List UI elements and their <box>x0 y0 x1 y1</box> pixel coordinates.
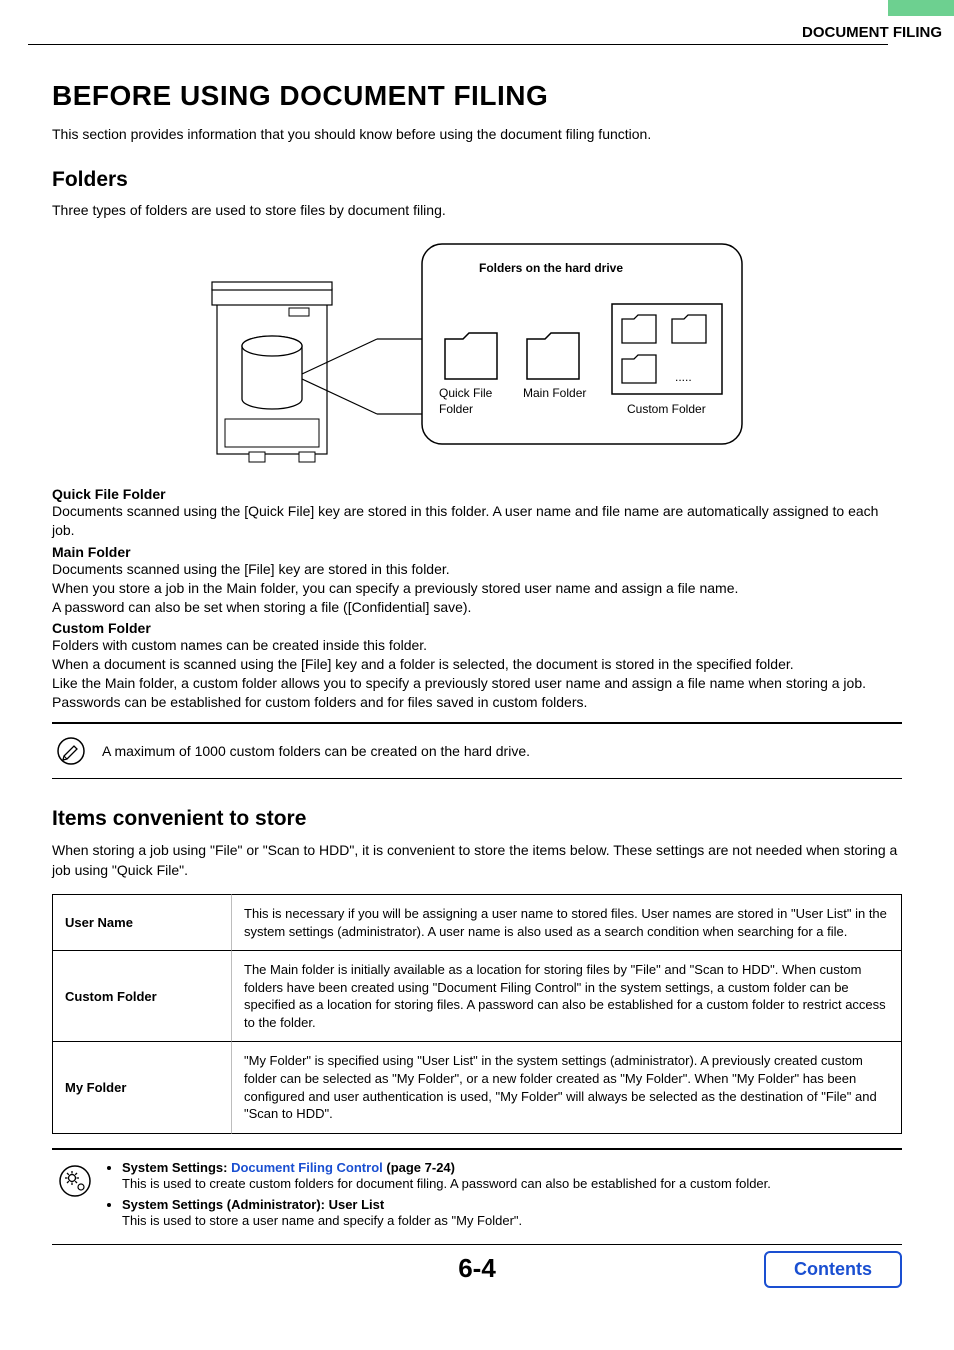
para: Folders with custom names can be created… <box>52 636 902 655</box>
cell-key: Custom Folder <box>52 950 232 1041</box>
settings-item: System Settings (Administrator): User Li… <box>122 1197 902 1228</box>
page-content: BEFORE USING DOCUMENT FILING This sectio… <box>52 80 902 1245</box>
settings-desc: This is used to store a user name and sp… <box>122 1213 902 1228</box>
folder-term-1: Quick File Folder Documents scanned usin… <box>52 486 902 540</box>
folder-term-2: Main Folder Documents scanned using the … <box>52 544 902 617</box>
diagram-title: Folders on the hard drive <box>479 261 623 275</box>
page-header: DOCUMENT FILING <box>28 24 954 41</box>
gear-icon <box>58 1164 92 1198</box>
folders-heading: Folders <box>52 168 902 192</box>
settings-item: System Settings: Document Filing Control… <box>122 1160 902 1191</box>
folders-diagram-wrap: Folders on the hard drive Quick File Fol… <box>52 234 902 464</box>
para: When a document is scanned using the [Fi… <box>52 655 902 674</box>
note-text: A maximum of 1000 custom folders can be … <box>102 743 530 759</box>
settings-desc: This is used to create custom folders fo… <box>122 1176 902 1191</box>
cell-val: The Main folder is initially available a… <box>232 950 902 1041</box>
page-title: BEFORE USING DOCUMENT FILING <box>52 80 902 112</box>
para: Documents scanned using the [Quick File]… <box>52 502 902 540</box>
term-quick-file: Quick File Folder <box>52 486 902 502</box>
items-heading: Items convenient to store <box>52 807 902 831</box>
contents-button[interactable]: Contents <box>764 1251 902 1288</box>
table-row: My Folder "My Folder" is specified using… <box>52 1041 902 1133</box>
table-row: User Name This is necessary if you will … <box>52 894 902 950</box>
header-rule <box>28 44 888 45</box>
cell-val: This is necessary if you will be assigni… <box>232 894 902 950</box>
header-section: DOCUMENT FILING <box>802 24 954 41</box>
diagram-label-main: Main Folder <box>523 386 586 400</box>
para: Like the Main folder, a custom folder al… <box>52 674 902 693</box>
settings-trail: (page 7-24) <box>383 1160 455 1175</box>
items-intro: When storing a job using "File" or "Scan… <box>52 841 902 880</box>
folders-intro: Three types of folders are used to store… <box>52 202 902 218</box>
header-accent <box>888 0 954 16</box>
para: A password can also be set when storing … <box>52 598 902 617</box>
table-row: Custom Folder The Main folder is initial… <box>52 950 902 1041</box>
settings-lead: System Settings (Administrator): User Li… <box>122 1197 384 1212</box>
note-row: A maximum of 1000 custom folders can be … <box>52 724 902 779</box>
folder-term-3: Custom Folder Folders with custom names … <box>52 620 902 712</box>
diagram-label-custom: Custom Folder <box>627 402 706 416</box>
settings-block: System Settings: Document Filing Control… <box>52 1148 902 1245</box>
intro-text: This section provides information that y… <box>52 126 902 142</box>
term-main-folder: Main Folder <box>52 544 902 560</box>
para: Passwords can be established for custom … <box>52 693 902 712</box>
settings-link[interactable]: Document Filing Control <box>231 1160 383 1175</box>
cell-val: "My Folder" is specified using "User Lis… <box>232 1041 902 1133</box>
diagram-label-quickfile-2: Folder <box>439 402 473 416</box>
para: When you store a job in the Main folder,… <box>52 579 902 598</box>
term-custom-folder: Custom Folder <box>52 620 902 636</box>
para: Documents scanned using the [File] key a… <box>52 560 902 579</box>
pencil-icon <box>56 736 86 766</box>
items-table: User Name This is necessary if you will … <box>52 894 902 1133</box>
cell-key: My Folder <box>52 1041 232 1133</box>
folders-diagram: Folders on the hard drive Quick File Fol… <box>197 234 757 464</box>
diagram-label-quickfile-1: Quick File <box>439 386 492 400</box>
settings-lead: System Settings: <box>122 1160 231 1175</box>
diagram-dots: ..... <box>675 370 692 384</box>
cell-key: User Name <box>52 894 232 950</box>
